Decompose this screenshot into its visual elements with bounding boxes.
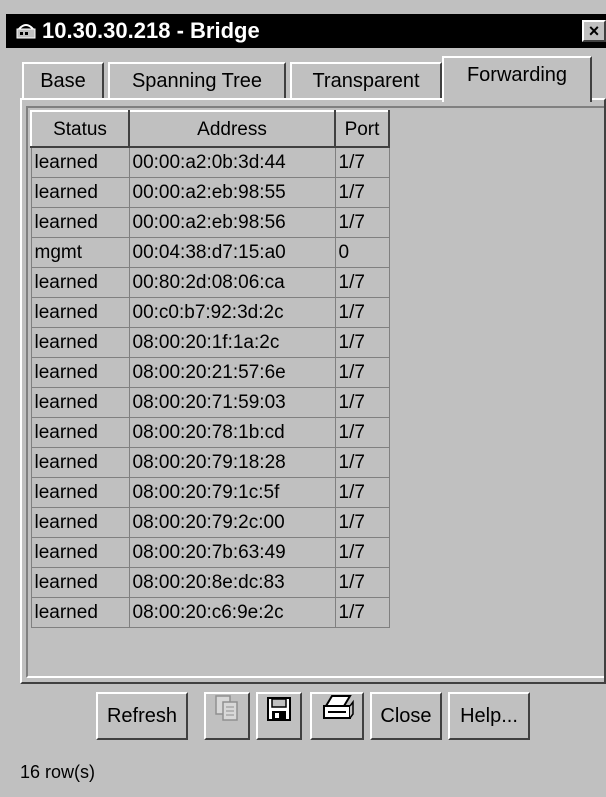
- address-cell: 08:00:20:21:57:6e: [128, 357, 336, 388]
- table-row[interactable]: learned 08:00:20:c6:9e:2c 1/7: [30, 597, 390, 628]
- table-row[interactable]: learned 00:00:a2:eb:98:56 1/7: [30, 207, 390, 238]
- column-header-address[interactable]: Address: [128, 110, 336, 148]
- port-cell: 1/7: [334, 297, 390, 328]
- column-header-port[interactable]: Port: [334, 110, 390, 148]
- table-row[interactable]: learned 08:00:20:21:57:6e 1/7: [30, 357, 390, 388]
- refresh-button[interactable]: Refresh: [96, 692, 188, 740]
- status-cell: learned: [30, 447, 130, 478]
- tab-base[interactable]: Base: [22, 62, 104, 98]
- port-cell: 1/7: [334, 327, 390, 358]
- status-cell: learned: [30, 387, 130, 418]
- address-cell: 08:00:20:79:18:28: [128, 447, 336, 478]
- address-cell: 08:00:20:8e:dc:83: [128, 567, 336, 598]
- table-row[interactable]: learned 00:80:2d:08:06:ca 1/7: [30, 267, 390, 298]
- column-header-status[interactable]: Status: [30, 110, 130, 148]
- status-cell: learned: [30, 567, 130, 598]
- printer-icon: [320, 694, 354, 738]
- port-cell: 1/7: [334, 537, 390, 568]
- status-cell: learned: [30, 357, 130, 388]
- port-cell: 1/7: [334, 207, 390, 238]
- address-cell: 00:00:a2:eb:98:55: [128, 177, 336, 208]
- status-cell: learned: [30, 177, 130, 208]
- table-header-row: Status Address Port: [30, 110, 390, 148]
- window-title: 10.30.30.218 - Bridge: [42, 18, 260, 43]
- floppy-disk-icon: [266, 694, 292, 738]
- row-count-status: 16 row(s): [20, 762, 96, 782]
- close-button[interactable]: Close: [370, 692, 442, 740]
- status-cell: learned: [30, 537, 130, 568]
- table-row[interactable]: learned 08:00:20:79:18:28 1/7: [30, 447, 390, 478]
- table-row[interactable]: learned 08:00:20:7b:63:49 1/7: [30, 537, 390, 568]
- print-button[interactable]: [310, 692, 364, 740]
- port-cell: 1/7: [334, 387, 390, 418]
- address-cell: 00:00:a2:eb:98:56: [128, 207, 336, 238]
- tab-spanning-tree[interactable]: Spanning Tree: [108, 62, 286, 98]
- table-row[interactable]: learned 08:00:20:1f:1a:2c 1/7: [30, 327, 390, 358]
- forwarding-panel: Status Address Port learned 00:00:a2:0b:3…: [20, 98, 606, 684]
- tab-forwarding[interactable]: Forwarding: [442, 56, 592, 102]
- status-cell: mgmt: [30, 237, 130, 268]
- status-cell: learned: [30, 327, 130, 358]
- address-cell: 08:00:20:1f:1a:2c: [128, 327, 336, 358]
- port-cell: 0: [334, 237, 390, 268]
- table-row[interactable]: learned 08:00:20:71:59:03 1/7: [30, 387, 390, 418]
- status-cell: learned: [30, 297, 130, 328]
- address-cell: 08:00:20:c6:9e:2c: [128, 597, 336, 628]
- table-row[interactable]: learned 08:00:20:78:1b:cd 1/7: [30, 417, 390, 448]
- tab-transparent[interactable]: Transparent: [290, 62, 442, 98]
- table-row[interactable]: learned 00:c0:b7:92:3d:2c 1/7: [30, 297, 390, 328]
- table-row[interactable]: learned 08:00:20:8e:dc:83 1/7: [30, 567, 390, 598]
- status-cell: learned: [30, 597, 130, 628]
- address-cell: 00:04:38:d7:15:a0: [128, 237, 336, 268]
- forwarding-table: Status Address Port learned 00:00:a2:0b:3…: [30, 110, 390, 628]
- port-cell: 1/7: [334, 567, 390, 598]
- device-icon: [16, 23, 36, 39]
- address-cell: 08:00:20:79:1c:5f: [128, 477, 336, 508]
- title-bar: 10.30.30.218 - Bridge ×: [6, 14, 606, 48]
- address-cell: 08:00:20:7b:63:49: [128, 537, 336, 568]
- status-cell: learned: [30, 507, 130, 538]
- address-cell: 08:00:20:78:1b:cd: [128, 417, 336, 448]
- port-cell: 1/7: [334, 146, 390, 178]
- port-cell: 1/7: [334, 507, 390, 538]
- port-cell: 1/7: [334, 477, 390, 508]
- table-row[interactable]: mgmt 00:04:38:d7:15:a0 0: [30, 237, 390, 268]
- address-cell: 00:c0:b7:92:3d:2c: [128, 297, 336, 328]
- address-cell: 08:00:20:79:2c:00: [128, 507, 336, 538]
- window-close-button[interactable]: ×: [582, 20, 606, 42]
- copy-button[interactable]: [204, 692, 250, 740]
- status-cell: learned: [30, 207, 130, 238]
- port-cell: 1/7: [334, 447, 390, 478]
- table-container: Status Address Port learned 00:00:a2:0b:3…: [26, 106, 604, 678]
- port-cell: 1/7: [334, 267, 390, 298]
- status-cell: learned: [30, 267, 130, 298]
- port-cell: 1/7: [334, 417, 390, 448]
- address-cell: 00:00:a2:0b:3d:44: [128, 146, 336, 178]
- address-cell: 08:00:20:71:59:03: [128, 387, 336, 418]
- status-cell: learned: [30, 417, 130, 448]
- help-button[interactable]: Help...: [448, 692, 530, 740]
- port-cell: 1/7: [334, 177, 390, 208]
- address-cell: 00:80:2d:08:06:ca: [128, 267, 336, 298]
- table-row[interactable]: learned 00:00:a2:eb:98:55 1/7: [30, 177, 390, 208]
- table-row[interactable]: learned 00:00:a2:0b:3d:44 1/7: [30, 146, 390, 178]
- table-row[interactable]: learned 08:00:20:79:2c:00 1/7: [30, 507, 390, 538]
- save-button[interactable]: [256, 692, 302, 740]
- table-row[interactable]: learned 08:00:20:79:1c:5f 1/7: [30, 477, 390, 508]
- status-cell: learned: [30, 477, 130, 508]
- port-cell: 1/7: [334, 597, 390, 628]
- status-cell: learned: [30, 146, 130, 178]
- port-cell: 1/7: [334, 357, 390, 388]
- copy-icon: [214, 694, 240, 738]
